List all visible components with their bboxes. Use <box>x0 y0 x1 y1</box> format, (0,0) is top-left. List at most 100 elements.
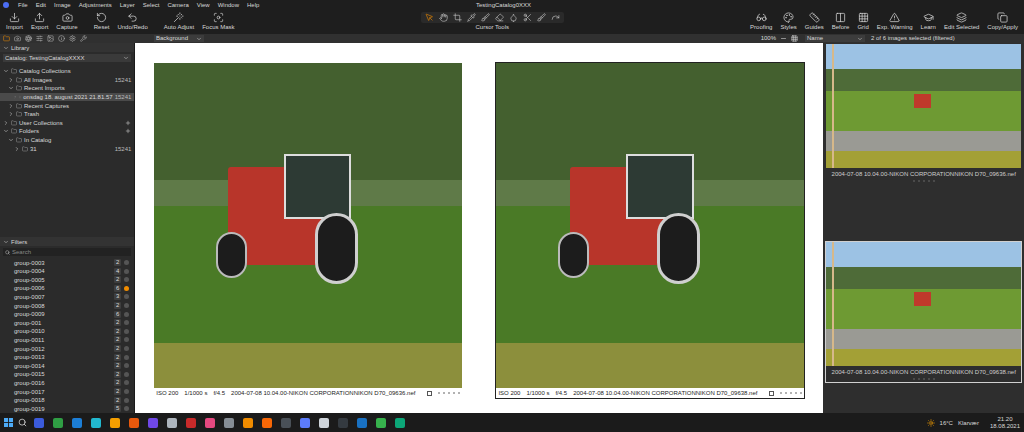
tree-item[interactable]: Catalog Collections <box>0 67 134 76</box>
search-icon[interactable] <box>18 418 27 427</box>
rating-dot[interactable] <box>918 180 920 182</box>
toolbar-button[interactable]: Focus Mask <box>198 12 238 31</box>
cursor-tool-icon[interactable] <box>439 13 448 22</box>
taskbar-app[interactable] <box>300 418 310 428</box>
expand-icon[interactable] <box>14 94 17 100</box>
filter-toggle[interactable] <box>124 346 129 351</box>
filter-row[interactable]: group-00122 <box>0 344 134 353</box>
filter-toggle[interactable] <box>124 260 129 265</box>
add-icon[interactable] <box>125 120 131 126</box>
menu-item[interactable]: View <box>193 1 214 9</box>
filter-row[interactable]: group-00082 <box>0 301 134 310</box>
library-header[interactable]: Library <box>0 43 134 52</box>
tool-tab-icon[interactable] <box>80 35 87 42</box>
filter-row[interactable]: group-00142 <box>0 361 134 370</box>
filter-toggle[interactable] <box>124 320 129 325</box>
taskbar-app[interactable] <box>376 418 386 428</box>
tool-tab-icon[interactable] <box>69 35 76 42</box>
toolbar-button[interactable]: Undo/Redo <box>113 12 151 31</box>
rating-dot[interactable] <box>785 392 787 394</box>
cursor-tool-icon[interactable] <box>551 13 560 22</box>
filter-toggle[interactable] <box>124 406 129 411</box>
menu-item[interactable]: File <box>14 1 32 9</box>
catalog-select[interactable]: Catalog: TestingCatalogXXXX <box>3 54 131 62</box>
rating[interactable] <box>913 180 935 182</box>
menu-item[interactable]: Image <box>50 1 75 9</box>
browser-thumbnail[interactable]: 2004-07-08 10.04.00-NIKON CORPORATIONNIK… <box>825 241 1022 383</box>
tree-item[interactable]: Trash <box>0 110 134 119</box>
viewer-image[interactable]: ISO 2001/1000 sf/4.52004-07-08 10.04.00-… <box>153 62 463 399</box>
tree-item[interactable]: 3115241 <box>0 144 134 153</box>
taskbar-app[interactable] <box>357 418 367 428</box>
rating-dot[interactable] <box>933 378 935 380</box>
taskbar-app[interactable] <box>338 418 348 428</box>
toolbar-button[interactable]: Capture <box>52 12 81 31</box>
taskbar-app[interactable] <box>281 418 291 428</box>
toolbar-button[interactable]: Copy/Apply <box>983 12 1022 31</box>
filter-row[interactable]: group-00066 <box>0 284 134 293</box>
menu-item[interactable]: Window <box>214 1 243 9</box>
filter-toggle[interactable] <box>124 355 129 360</box>
toolbar-button[interactable]: Auto Adjust <box>160 12 198 31</box>
taskbar-app[interactable] <box>395 418 405 428</box>
filter-toggle[interactable] <box>124 389 129 394</box>
expand-icon[interactable] <box>3 120 9 126</box>
rating[interactable] <box>438 392 460 394</box>
color-tag-box[interactable] <box>427 391 432 396</box>
filter-toggle[interactable] <box>124 398 129 403</box>
filter-row[interactable]: group-0012 <box>0 318 134 327</box>
toolbar-button[interactable]: Import <box>2 12 27 31</box>
taskbar-app[interactable] <box>72 418 82 428</box>
windows-logo-icon[interactable] <box>4 418 13 427</box>
filter-toggle[interactable] <box>124 286 129 291</box>
filter-row[interactable]: group-00102 <box>0 327 134 336</box>
cursor-tool-icon[interactable] <box>481 13 490 22</box>
tool-tab-icon[interactable] <box>3 35 10 42</box>
filter-toggle[interactable] <box>124 294 129 299</box>
tool-tab-icon[interactable] <box>25 35 32 42</box>
taskbar-app[interactable] <box>34 418 44 428</box>
cursor-tool-icon[interactable] <box>453 13 462 22</box>
cursor-tool-icon[interactable] <box>425 13 434 22</box>
rating[interactable] <box>913 378 935 380</box>
toolbar-button[interactable]: Exp. Warning <box>873 12 917 31</box>
rating[interactable] <box>780 392 802 394</box>
filter-toggle[interactable] <box>124 337 129 342</box>
expand-icon[interactable] <box>8 77 14 83</box>
filter-row[interactable]: group-00152 <box>0 370 134 379</box>
taskbar-app[interactable] <box>91 418 101 428</box>
filter-row[interactable]: group-00052 <box>0 276 134 285</box>
tree-item[interactable]: onsdag 18. august 2021 21.81.5715241 <box>0 93 134 102</box>
zoom-level[interactable]: 100% <box>761 35 776 42</box>
filter-row[interactable]: group-00132 <box>0 353 134 362</box>
rating-dot[interactable] <box>800 392 802 394</box>
filter-toggle[interactable] <box>124 363 129 368</box>
menu-item[interactable]: Layer <box>116 1 139 9</box>
menu-item[interactable]: Camera <box>163 1 192 9</box>
rating-dot[interactable] <box>913 180 915 182</box>
expand-icon[interactable] <box>14 146 20 152</box>
rating-dot[interactable] <box>933 180 935 182</box>
expand-icon[interactable] <box>3 128 9 134</box>
expand-icon[interactable] <box>3 68 9 74</box>
viewer-image[interactable]: ISO 2001/1000 sf/4.52004-07-08 10.04.00-… <box>495 62 805 399</box>
rating-dot[interactable] <box>923 378 925 380</box>
rating-dot[interactable] <box>928 378 930 380</box>
color-tag-box[interactable] <box>769 391 774 396</box>
tool-tab-icon[interactable] <box>47 35 54 42</box>
tool-tab-icon[interactable] <box>36 35 43 42</box>
rating-dot[interactable] <box>790 392 792 394</box>
taskbar-app[interactable] <box>53 418 63 428</box>
expand-icon[interactable] <box>8 85 14 91</box>
filter-toggle[interactable] <box>124 380 129 385</box>
menu-item[interactable]: Adjustments <box>75 1 116 9</box>
browser-thumbnail[interactable]: 2004-07-08 10.04.00-NIKON CORPORATIONNIK… <box>825 43 1022 185</box>
cursor-tool-icon[interactable] <box>467 13 476 22</box>
cursor-tool-icon[interactable] <box>537 13 546 22</box>
taskbar-app[interactable] <box>110 418 120 428</box>
rating-dot[interactable] <box>928 180 930 182</box>
filter-toggle[interactable] <box>124 329 129 334</box>
filter-toggle[interactable] <box>124 312 129 317</box>
filter-row[interactable]: group-00044 <box>0 267 134 276</box>
rating-dot[interactable] <box>923 180 925 182</box>
